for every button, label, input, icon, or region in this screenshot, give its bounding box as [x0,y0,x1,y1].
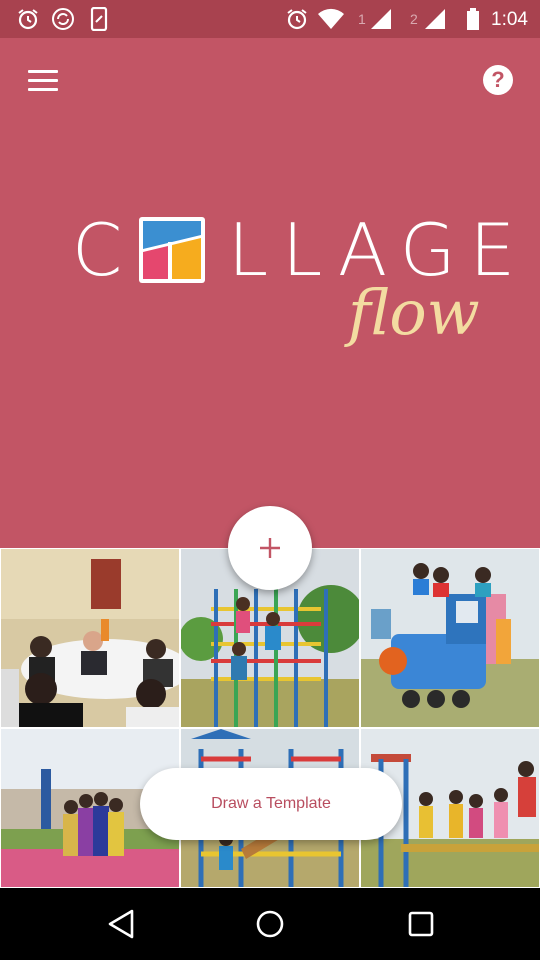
status-bar: 1 2 1:04 [0,0,540,38]
signal-icon [425,9,445,29]
photo-toy-train[interactable] [360,548,540,728]
plus-icon [260,538,280,558]
photo-meeting[interactable] [0,548,180,728]
help-icon[interactable]: ? [483,65,513,95]
back-icon[interactable] [106,908,136,940]
alarm-icon [287,9,307,30]
clock: 1:04 [491,9,528,30]
draw-template-button[interactable]: Draw a Template [140,768,402,840]
alarm-icon [18,9,38,30]
add-collage-button[interactable] [228,506,312,590]
sim2-label: 2 [410,11,418,27]
sync-icon [52,8,74,30]
wifi-icon [318,8,344,29]
recents-icon[interactable] [406,908,436,940]
phone-icon [90,7,108,31]
logo-script: flow [348,276,480,349]
menu-icon[interactable] [28,70,58,92]
navigation-bar [0,888,540,960]
sim1-label: 1 [358,11,366,27]
home-icon[interactable] [255,908,285,940]
collage-logo-icon [139,217,205,283]
signal-icon [371,9,391,29]
battery-icon [467,8,479,30]
logo-letter-c: C [72,208,125,292]
